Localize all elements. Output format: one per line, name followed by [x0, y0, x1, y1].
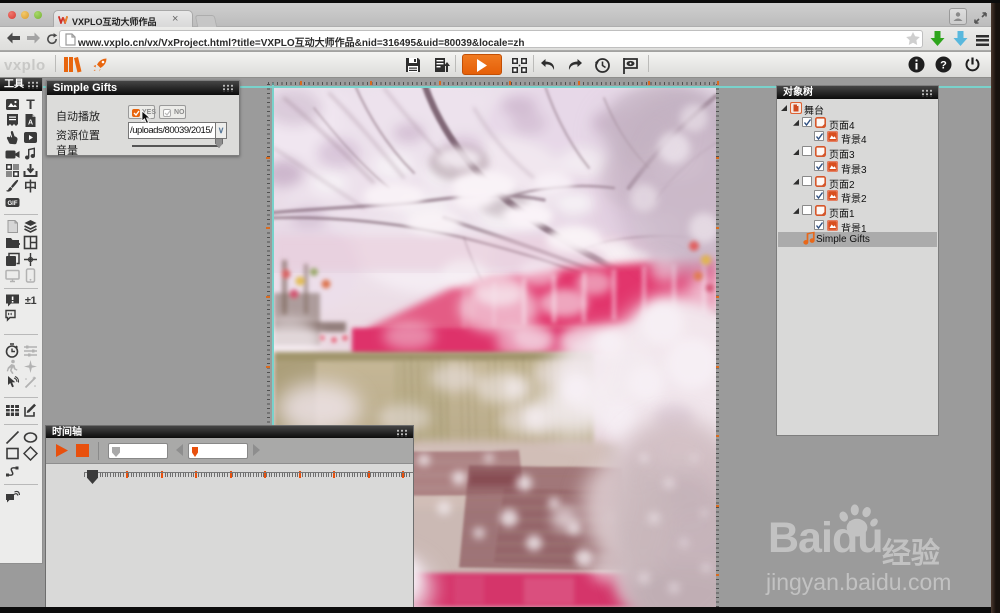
svg-text:A: A: [28, 120, 33, 127]
svg-text:?: ?: [940, 60, 947, 72]
svg-text:GIF: GIF: [8, 201, 18, 207]
